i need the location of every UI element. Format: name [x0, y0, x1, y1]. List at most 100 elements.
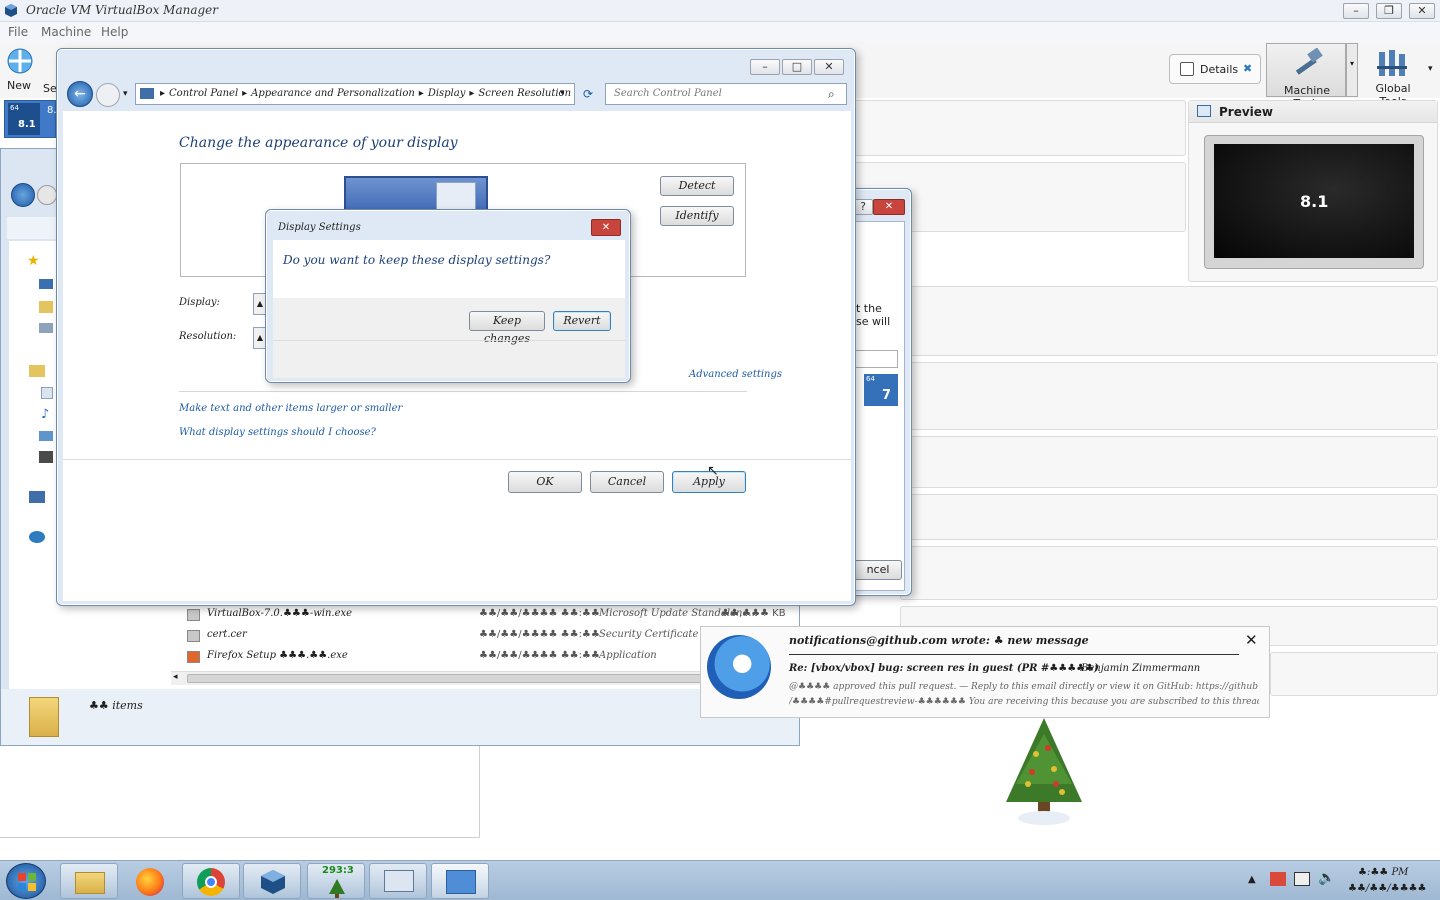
close-button[interactable]: ✕: [1409, 3, 1435, 19]
cp-maximize-button[interactable]: □: [782, 59, 812, 75]
file-type: Application: [599, 650, 657, 661]
pictures-icon[interactable]: [39, 431, 53, 441]
menu-file[interactable]: File: [8, 25, 28, 39]
clock-date[interactable]: ♣♣/♣♣/♣♣♣♣: [1348, 883, 1426, 894]
libraries-icon[interactable]: [29, 365, 45, 377]
minimize-button[interactable]: –: [1343, 3, 1369, 19]
taskbar-explorer[interactable]: [60, 863, 118, 899]
table-row[interactable]: cert.cer ♣♣/♣♣/♣♣♣♣ ♣♣:♣♣ Security Certifi…: [169, 626, 789, 646]
machine-tools-button[interactable]: Machine Tools: [1266, 43, 1346, 110]
search-box[interactable]: Search Control Panel ⌕: [605, 83, 847, 105]
forward-arrow-icon[interactable]: [96, 83, 120, 107]
notification-close-icon[interactable]: ✕: [1245, 631, 1258, 649]
dialog-body: Do you want to keep these display settin…: [273, 240, 625, 378]
page-heading: Change the appearance of your display: [179, 135, 458, 151]
preview-title: Preview: [1219, 105, 1274, 119]
taskbar-virtualbox[interactable]: [243, 863, 301, 899]
favorites-star-icon[interactable]: ★: [27, 253, 40, 269]
text-size-link[interactable]: Make text and other items larger or smal…: [179, 403, 402, 414]
restore-button[interactable]: ❐: [1376, 3, 1402, 19]
network-icon[interactable]: [29, 531, 45, 543]
bg-dialog-help-button[interactable]: ?: [853, 199, 873, 215]
dialog-close-button[interactable]: ✕: [591, 219, 621, 236]
ok-button[interactable]: OK: [508, 471, 582, 493]
details-pane-description: [1270, 652, 1438, 696]
global-tools-button[interactable]: Global Tools: [1362, 46, 1426, 108]
file-icon: [187, 630, 200, 642]
taskbar-control-panel[interactable]: [369, 863, 427, 899]
address-dropdown-icon[interactable]: ▾: [560, 88, 565, 98]
cp-close-button[interactable]: ✕: [814, 59, 844, 75]
explorer-forward-icon[interactable]: [37, 185, 57, 205]
scroll-left-icon[interactable]: ◂: [173, 672, 178, 682]
bg-dialog-close-button[interactable]: ✕: [873, 199, 905, 215]
taskbar-firefox[interactable]: [121, 863, 179, 899]
history-dropdown-icon[interactable]: ▾: [123, 89, 128, 99]
volume-icon[interactable]: 🔈: [1318, 870, 1335, 886]
new-button[interactable]: New: [2, 46, 36, 98]
show-hidden-icons-icon[interactable]: ▲: [1248, 874, 1256, 885]
breadcrumb: ▸ Control Panel ▸ Appearance and Persona…: [160, 88, 571, 99]
mail-notification[interactable]: notifications@github.com wrote: ♣ new me…: [700, 626, 1270, 718]
documents-icon[interactable]: [41, 387, 53, 399]
desktop-icon[interactable]: [39, 279, 53, 289]
bg-dialog-text-line1: t the: [856, 302, 882, 315]
keep-changes-button[interactable]: Keep changes: [469, 311, 545, 345]
details-pane-usb: [900, 546, 1438, 600]
dialog-title: Display Settings: [278, 222, 361, 233]
computer-icon[interactable]: [29, 491, 45, 503]
videos-icon[interactable]: [39, 451, 53, 463]
hammer-icon: [1291, 47, 1325, 81]
monitor-window-icon: [436, 182, 476, 212]
downloads-icon[interactable]: [39, 301, 53, 313]
scrollbar-thumb[interactable]: [187, 674, 747, 683]
address-bar[interactable]: ▸ Control Panel ▸ Appearance and Persona…: [135, 83, 575, 105]
preview-icon: [1197, 105, 1211, 117]
music-icon[interactable]: ♪: [41, 407, 49, 422]
keyboard-icon: [384, 870, 414, 892]
bg-dialog-input[interactable]: [854, 350, 898, 368]
recent-places-icon[interactable]: [39, 323, 53, 333]
revert-button[interactable]: Revert: [553, 311, 611, 331]
bg-dialog-cancel-button[interactable]: ncel: [854, 560, 902, 580]
clock-time[interactable]: ♣:♣♣ PM: [1358, 867, 1408, 878]
global-tools-dropdown-icon[interactable]: ▾: [1428, 64, 1433, 74]
christmas-tree-gadget[interactable]: [996, 714, 1092, 828]
breadcrumb-screen-resolution[interactable]: Screen Resolution: [478, 88, 571, 99]
taskbar-tree-gadget[interactable]: 293:3: [307, 863, 365, 899]
detect-button[interactable]: Detect: [660, 176, 734, 196]
display-help-link[interactable]: What display settings should I choose?: [179, 427, 376, 438]
explorer-back-icon[interactable]: [11, 183, 35, 207]
vm-arch-badge: 64: [10, 104, 19, 112]
cancel-button[interactable]: Cancel: [590, 471, 664, 493]
firefox-icon: [136, 868, 164, 896]
organize-menu[interactable]: [7, 217, 59, 239]
menu-machine[interactable]: Machine: [41, 25, 91, 39]
breadcrumb-display[interactable]: Display: [428, 88, 466, 99]
advanced-settings-link[interactable]: Advanced settings: [689, 369, 782, 380]
taskbar-display-settings[interactable]: [431, 863, 489, 899]
table-row[interactable]: VirtualBox-7.0.♣♣♣-win.exe ♣♣/♣♣/♣♣♣♣ ♣♣:…: [169, 605, 789, 625]
bg-vm-version: 7: [882, 388, 892, 403]
identify-button[interactable]: Identify: [660, 206, 734, 226]
display-settings-icon: [446, 870, 476, 894]
start-button[interactable]: [6, 863, 46, 899]
breadcrumb-sep-icon: ▸: [242, 88, 248, 99]
details-button[interactable]: Details ✖: [1169, 54, 1261, 84]
cp-minimize-button[interactable]: –: [750, 59, 780, 75]
bg-dialog-vm-icon: 64 7: [864, 374, 898, 406]
network-tray-icon[interactable]: [1294, 872, 1310, 886]
menu-help[interactable]: Help: [101, 25, 128, 39]
breadcrumb-control-panel[interactable]: Control Panel: [169, 88, 238, 99]
taskbar-chrome[interactable]: [182, 863, 240, 899]
table-row[interactable]: Firefox Setup ♣♣♣.♣♣.exe ♣♣/♣♣/♣♣♣♣ ♣♣:♣♣…: [169, 647, 789, 667]
machine-tools-dropdown[interactable]: ▾: [1346, 43, 1358, 97]
back-arrow-icon[interactable]: ←: [67, 81, 93, 107]
file-icon: [187, 651, 200, 663]
file-date: ♣♣/♣♣/♣♣♣♣ ♣♣:♣♣: [479, 608, 600, 619]
vm-list-item[interactable]: 64 8.1 8.1: [4, 100, 63, 138]
refresh-icon[interactable]: ⟳: [577, 83, 599, 105]
action-center-flag-icon[interactable]: [1270, 872, 1286, 886]
breadcrumb-appearance[interactable]: Appearance and Personalization: [251, 88, 415, 99]
search-icon[interactable]: ⌕: [828, 87, 835, 102]
